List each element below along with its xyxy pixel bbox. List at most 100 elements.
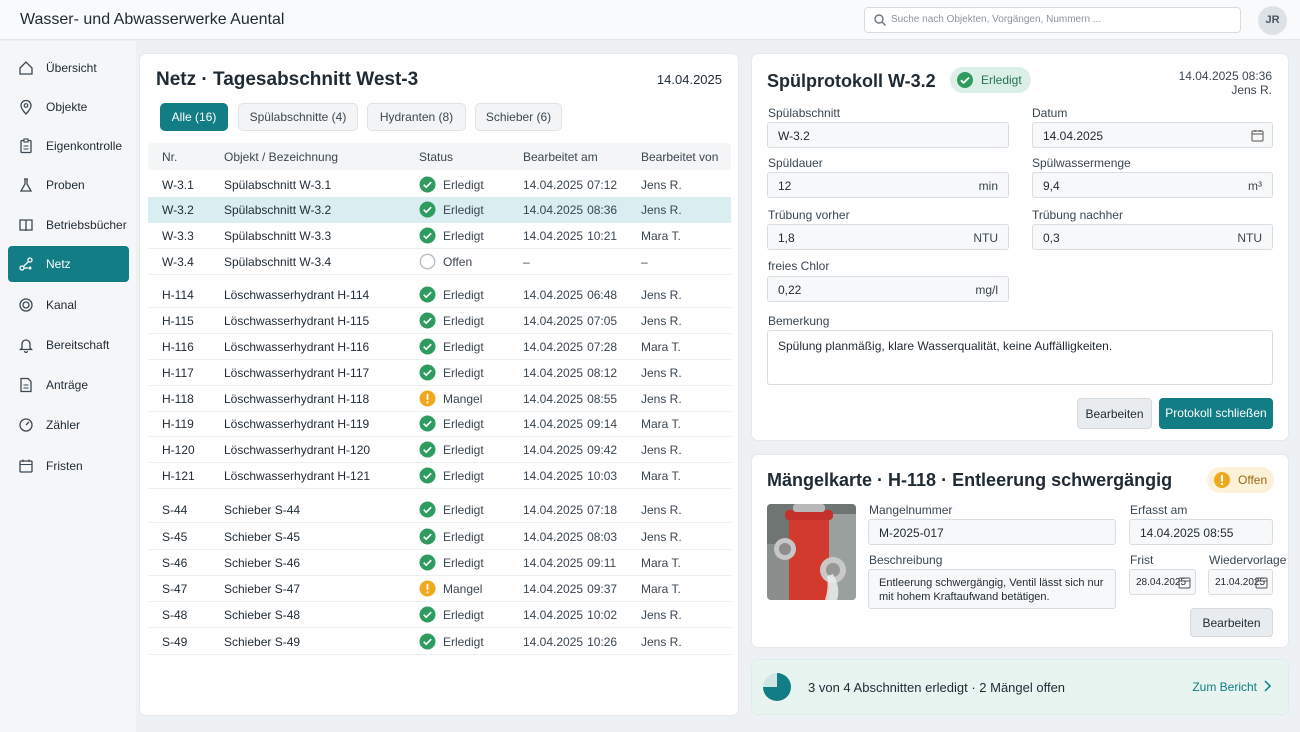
description-field[interactable]: Entleerung schwergängig, Ventil lässt si… <box>868 569 1116 609</box>
filter-hydrants[interactable]: Hydranten (8) <box>367 103 466 131</box>
table-row[interactable]: W-3.4 Spülabschnitt W-3.4 Offen – – <box>148 249 731 275</box>
remark-textarea[interactable]: Spülung planmäßig, klare Wasserqualität,… <box>767 330 1273 385</box>
row-edited-by: Mara T. <box>641 582 681 596</box>
row-nr: W-3.1 <box>162 178 194 192</box>
col-object[interactable]: Objekt / Bezeichnung <box>224 150 338 164</box>
date-value: 14.04.2025 <box>1043 129 1104 143</box>
check-circle-icon <box>419 554 436 571</box>
table-row[interactable]: S-45 Schieber S-45 Erledigt 14.04.2025 08:03… <box>148 524 731 550</box>
row-edited-by: Jens R. <box>641 392 682 406</box>
sidebar-item-übersicht[interactable]: Übersicht <box>8 50 129 86</box>
sidebar-item-anträge[interactable]: Anträge <box>8 367 129 403</box>
defect-number-field[interactable]: M-2025-017 <box>868 519 1116 545</box>
row-object: Schieber S-48 <box>224 608 301 622</box>
remark-label: Bemerkung <box>768 314 830 328</box>
table-row[interactable]: H-121 Löschwasserhydrant H-121 Erledigt 14.… <box>148 463 731 489</box>
hydrant-photo[interactable] <box>767 504 856 600</box>
col-status[interactable]: Status <box>419 150 453 164</box>
table-row[interactable]: S-47 Schieber S-47 Mangel 14.04.2025 09:37 Ma… <box>148 576 731 602</box>
table-row[interactable]: W-3.2 Spülabschnitt W-3.2 Erledigt 14.04.20… <box>148 197 731 223</box>
section-field[interactable]: W-3.2 <box>767 122 1009 148</box>
row-nr: W-3.4 <box>162 255 194 269</box>
row-object: Löschwasserhydrant H-116 <box>224 340 370 354</box>
row-date: 14.04.2025 <box>523 417 584 431</box>
calendar-icon[interactable] <box>1178 576 1191 589</box>
table-row[interactable]: S-49 Schieber S-49 Erledigt 14.04.2025 10:26… <box>148 629 731 655</box>
row-object: Schieber S-45 <box>224 530 301 544</box>
table-row[interactable]: S-48 Schieber S-48 Erledigt 14.04.2025 10:02… <box>148 602 731 628</box>
table-row[interactable]: H-119 Löschwasserhydrant H-119 Erledigt 14.… <box>148 411 731 437</box>
sidebar: Übersicht Objekte Eigenkontrolle Proben Betr… <box>0 41 136 732</box>
avatar[interactable]: JR <box>1258 6 1287 35</box>
row-edited-at: 14.04.2025 10:03 <box>523 469 617 483</box>
row-status: Offen <box>443 255 473 269</box>
table-row[interactable]: H-117 Löschwasserhydrant H-117 Erledigt 14.… <box>148 360 731 386</box>
chevron-right-icon[interactable] <box>1262 680 1272 692</box>
date-field[interactable]: 14.04.2025 <box>1032 122 1273 148</box>
col-edited-at[interactable]: Bearbeitet am <box>523 150 598 164</box>
table-row[interactable]: S-44 Schieber S-44 Erledigt 14.04.2025 07:18… <box>148 497 731 523</box>
row-time: 08:55 <box>587 392 618 406</box>
col-nr[interactable]: Nr. <box>162 150 177 164</box>
table-row[interactable]: H-115 Löschwasserhydrant H-115 Erledigt 14.… <box>148 308 731 334</box>
row-object: Spülabschnitt W-3.1 <box>224 178 332 192</box>
sidebar-item-kanal[interactable]: Kanal <box>8 287 129 323</box>
filter-flush-sections[interactable]: Spülabschnitte (4) <box>238 103 358 131</box>
sidebar-item-objekte[interactable]: Objekte <box>8 89 129 125</box>
sidebar-item-bereitschaft[interactable]: Bereitschaft <box>8 327 129 363</box>
row-edited-by: Jens R. <box>641 178 682 192</box>
turbidity-before-field[interactable]: 1,8 NTU <box>767 224 1009 250</box>
row-edited-by: Jens R. <box>641 635 682 649</box>
row-edited-at: 14.04.2025 09:14 <box>523 417 617 431</box>
sidebar-item-eigenkontrolle[interactable]: Eigenkontrolle <box>8 128 129 164</box>
duration-field[interactable]: 12 min <box>767 172 1009 198</box>
col-edited-by[interactable]: Bearbeitet von <box>641 150 718 164</box>
table-row[interactable]: H-114 Löschwasserhydrant H-114 Erledigt 14.… <box>148 282 731 308</box>
sidebar-item-netz[interactable]: Netz <box>8 246 129 282</box>
defect-status-badge: Offen <box>1207 467 1274 493</box>
check-circle-icon <box>419 467 436 484</box>
calendar-icon[interactable] <box>1251 129 1264 142</box>
due-field[interactable]: 28.04.2025 <box>1129 569 1196 595</box>
row-nr: H-120 <box>162 443 195 457</box>
row-status: Erledigt <box>443 417 484 431</box>
row-edited-by: Jens R. <box>641 503 682 517</box>
check-circle-icon <box>419 633 436 650</box>
edit-defect-button[interactable]: Bearbeiten <box>1190 608 1273 637</box>
close-protocol-button[interactable]: Protokoll schließen <box>1159 398 1273 429</box>
row-nr: W-3.2 <box>162 203 194 217</box>
table-row[interactable]: H-118 Löschwasserhydrant H-118 Mangel 14.04… <box>148 386 731 412</box>
table-row[interactable]: W-3.1 Spülabschnitt W-3.1 Erledigt 14.04.20… <box>148 172 731 198</box>
recorded-field[interactable]: 14.04.2025 08:55 <box>1129 519 1273 545</box>
edit-protocol-button[interactable]: Bearbeiten <box>1077 398 1152 429</box>
sidebar-item-zähler[interactable]: Zähler <box>8 407 129 443</box>
page-title: Netz · Tagesabschnitt West-3 <box>156 69 419 90</box>
search-input[interactable]: Suche nach Objekten, Vorgängen, Nummern … <box>864 7 1241 33</box>
turbidity-after-field[interactable]: 0,3 NTU <box>1032 224 1273 250</box>
filter-all[interactable]: Alle (16) <box>160 103 228 131</box>
calendar-icon[interactable] <box>1255 576 1268 589</box>
row-date: 14.04.2025 <box>523 582 584 596</box>
chlorine-field[interactable]: 0,22 mg/l <box>767 276 1009 302</box>
report-link[interactable]: Zum Bericht <box>1192 680 1257 694</box>
map-pin-icon <box>20 99 32 115</box>
row-object: Schieber S-46 <box>224 556 301 570</box>
table-row[interactable]: S-46 Schieber S-46 Erledigt 14.04.2025 09:11… <box>148 550 731 576</box>
resubmission-field[interactable]: 21.04.2025 <box>1208 569 1273 595</box>
sidebar-item-betriebsbücher[interactable]: Betriebsbücher <box>8 207 129 243</box>
volume-value: 9,4 <box>1043 179 1060 193</box>
sidebar-item-proben[interactable]: Proben <box>8 167 129 203</box>
volume-field[interactable]: 9,4 m³ <box>1032 172 1273 198</box>
sidebar-item-fristen[interactable]: Fristen <box>8 448 129 484</box>
row-nr: S-48 <box>162 608 188 622</box>
recorded-label: Erfasst am <box>1130 503 1188 517</box>
row-edited-at: 14.04.2025 09:37 <box>523 582 617 596</box>
row-nr: H-118 <box>162 392 194 406</box>
row-object: Löschwasserhydrant H-114 <box>224 288 370 302</box>
protocol-stamp: 14.04.2025 08:36 Jens R. <box>1179 69 1272 97</box>
filter-valves[interactable]: Schieber (6) <box>475 103 562 131</box>
gauge-icon <box>19 418 33 432</box>
table-row[interactable]: H-116 Löschwasserhydrant H-116 Erledigt 14.… <box>148 334 731 360</box>
table-row[interactable]: H-120 Löschwasserhydrant H-120 Erledigt 14.… <box>148 437 731 463</box>
table-row[interactable]: W-3.3 Spülabschnitt W-3.3 Erledigt 14.04.20… <box>148 223 731 249</box>
